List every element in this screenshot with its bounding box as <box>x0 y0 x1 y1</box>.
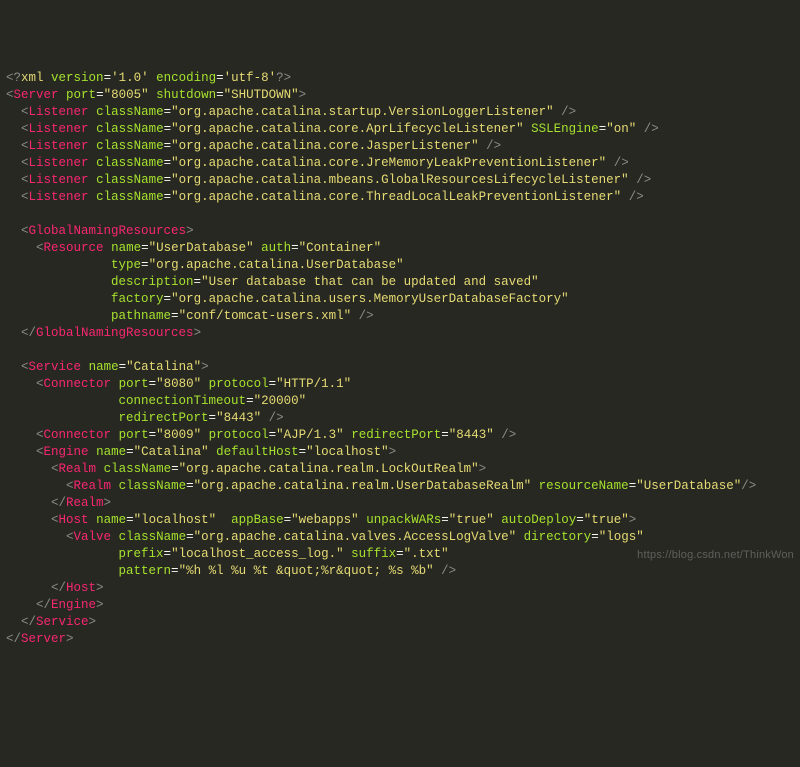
watermark-text: https://blog.csdn.net/ThinkWon <box>637 547 794 564</box>
